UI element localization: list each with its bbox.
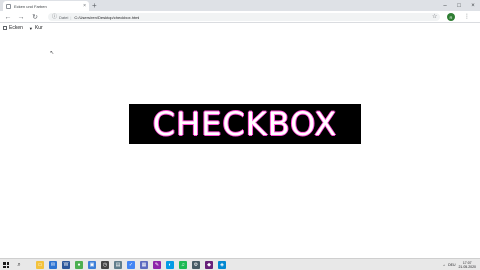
language-indicator[interactable]: DEU xyxy=(448,263,455,267)
dropdown-arrow-icon[interactable]: ▼ xyxy=(29,26,33,31)
tray-clock[interactable]: 17:07 21.05.2020 xyxy=(458,261,476,269)
visual-studio-icon[interactable]: ◆ xyxy=(205,261,213,269)
mouse-cursor-icon: ↖ xyxy=(50,50,55,56)
file-explorer-icon[interactable]: ▭ xyxy=(36,261,44,269)
ecken-control[interactable]: Ecken xyxy=(3,25,23,31)
bookmark-star-icon[interactable]: ☆ xyxy=(432,13,437,21)
tab-strip: Ecken und Farben × + – □ × xyxy=(0,0,480,11)
files-icon[interactable]: ▤ xyxy=(114,261,122,269)
taskbar: ⌕ ▭ ✉ W ● ▣ ◷ ▤ ✓ ▦ ✎ ◐ ♫ ⚙ ◆ ◈ ^ DEU 17:07 21.05.2020 xyxy=(0,258,480,270)
maximize-button[interactable]: □ xyxy=(452,0,466,11)
checkbox-banner: CHECKBOX xyxy=(129,104,361,144)
site-info-icon[interactable]: ⓘ xyxy=(52,14,57,20)
clock-icon[interactable]: ◷ xyxy=(101,261,109,269)
close-window-button[interactable]: × xyxy=(466,0,480,11)
profile-avatar[interactable]: R xyxy=(447,13,455,21)
tasks-icon[interactable]: ✓ xyxy=(127,261,135,269)
notepad-icon[interactable]: ✎ xyxy=(153,261,161,269)
page-control-row: Ecken ▼ Kur xyxy=(3,25,49,31)
scheme-label: Datei xyxy=(59,14,69,20)
kur-control[interactable]: ▼ Kur xyxy=(29,25,43,31)
address-bar[interactable]: ⓘ Datei | C:/Users/ren/Desktop/checkbox.… xyxy=(48,13,440,21)
start-tile xyxy=(6,262,9,265)
ecken-label: Ecken xyxy=(9,25,23,31)
tab-close-icon[interactable]: × xyxy=(83,3,86,9)
system-tray: ^ DEU 17:07 21.05.2020 xyxy=(443,259,476,270)
browser-toolbar: ← → ↻ ⓘ Datei | C:/Users/ren/Desktop/che… xyxy=(0,11,480,23)
mail-icon[interactable]: ✉ xyxy=(49,261,57,269)
browser-tab[interactable]: Ecken und Farben × xyxy=(3,1,89,11)
minimize-button[interactable]: – xyxy=(438,0,452,11)
page-favicon-icon xyxy=(6,3,11,9)
start-tile xyxy=(3,265,6,268)
reload-button[interactable]: ↻ xyxy=(30,12,40,22)
tab-title: Ecken und Farben xyxy=(14,3,47,9)
photos-icon[interactable]: ▣ xyxy=(88,261,96,269)
start-tile xyxy=(3,262,6,265)
back-button[interactable]: ← xyxy=(3,12,13,22)
address-separator: | xyxy=(70,14,72,20)
spotify-icon[interactable]: ♫ xyxy=(179,261,187,269)
kur-label: Kur xyxy=(34,25,43,31)
chrome-icon[interactable]: ● xyxy=(75,261,83,269)
browser-menu-icon[interactable]: ⋮ xyxy=(464,13,470,21)
settings-icon[interactable]: ⚙ xyxy=(192,261,200,269)
forward-button[interactable]: → xyxy=(16,12,26,22)
start-button[interactable] xyxy=(3,262,9,268)
start-tile xyxy=(6,265,9,268)
tray-date: 21.05.2020 xyxy=(458,265,476,269)
calendar-icon[interactable]: ▦ xyxy=(140,261,148,269)
ecken-checkbox[interactable] xyxy=(3,26,7,30)
weather-icon[interactable]: ◐ xyxy=(166,261,174,269)
address-url[interactable]: C:/Users/ren/Desktop/checkbox.html xyxy=(74,15,139,20)
new-tab-button[interactable]: + xyxy=(92,1,97,10)
taskbar-search-icon[interactable]: ⌕ xyxy=(14,260,24,270)
network-icon[interactable]: ◈ xyxy=(218,261,226,269)
tray-chevron-icon[interactable]: ^ xyxy=(443,263,445,268)
banner-title: CHECKBOX xyxy=(152,105,338,143)
word-icon[interactable]: W xyxy=(62,261,70,269)
